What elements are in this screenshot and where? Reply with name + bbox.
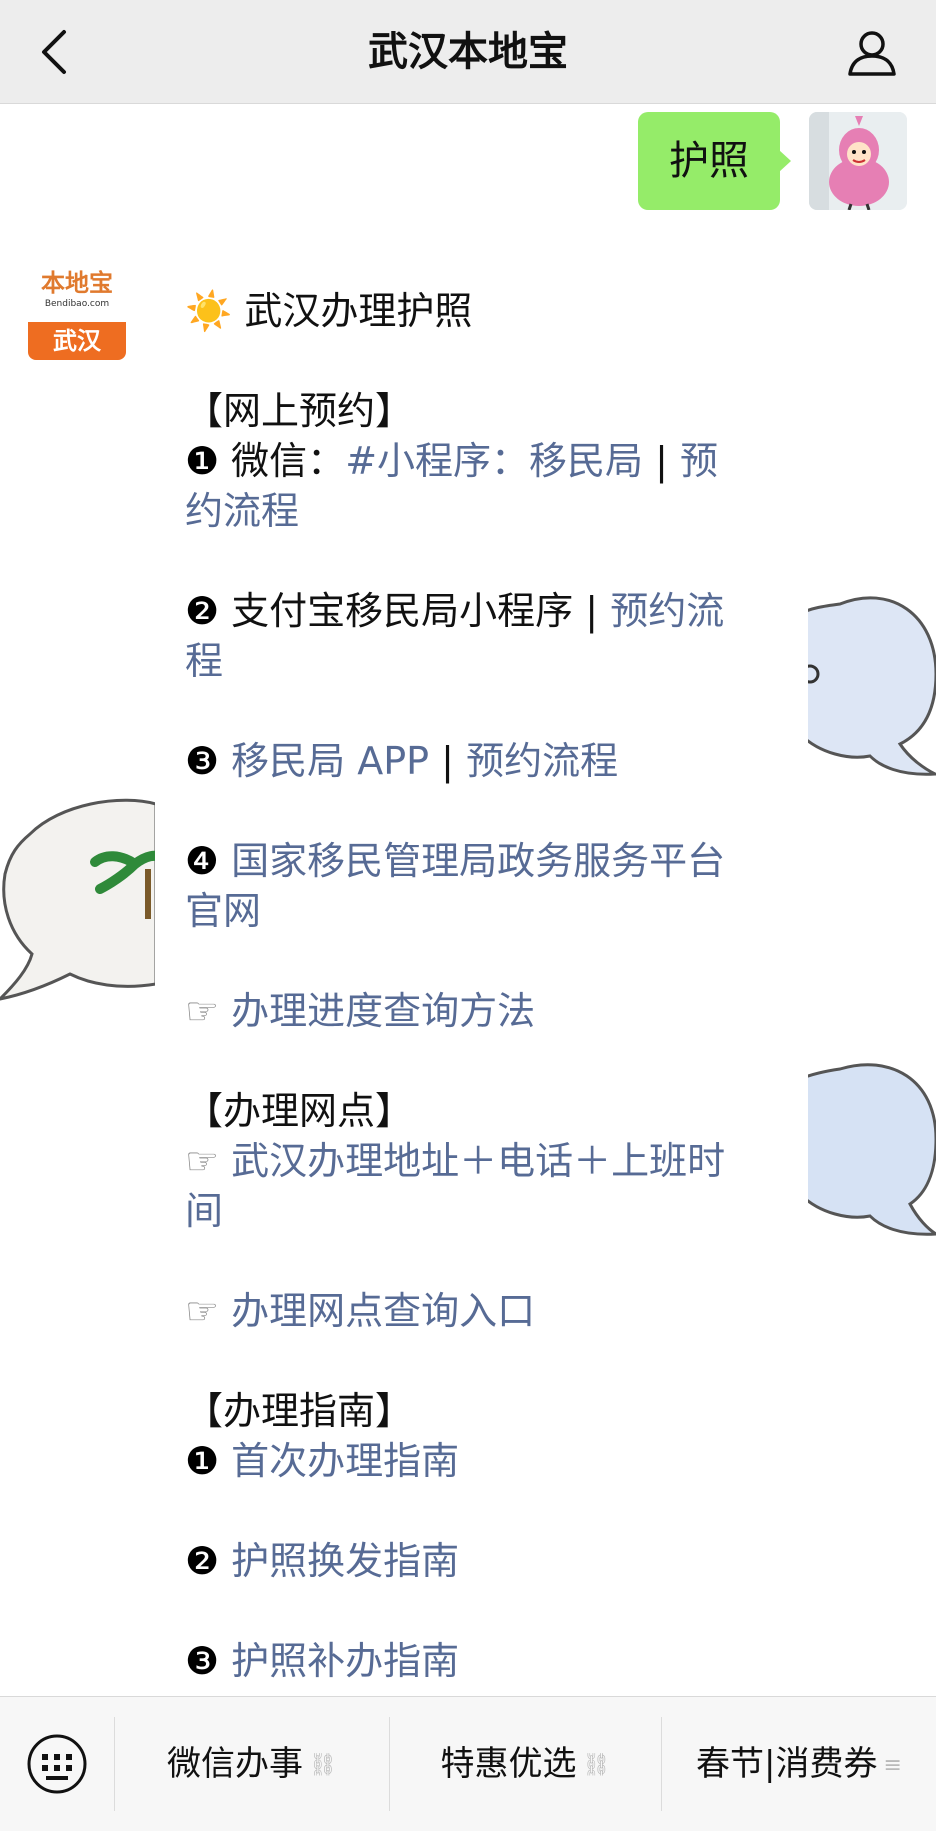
brand-name: 本地宝: [41, 269, 113, 297]
bubble-tail: [779, 150, 791, 172]
chat-area[interactable]: 护照 本地宝 Bendibao.com 武汉 ☀️ 武汉办理护照 【网上预约】 …: [0, 104, 936, 1696]
list-item: ❷ 支付宝移民局小程序 | 预约流: [185, 586, 785, 636]
list-item: ❶ 首次办理指南: [185, 1436, 785, 1486]
bot-message-bubble: ☀️ 武汉办理护照 【网上预约】 ❶ 微信：#小程序：移民局 | 预 约流程 ❷…: [155, 262, 808, 1696]
separator: |: [655, 439, 668, 483]
menu-label: 微信办事: [167, 1744, 304, 1784]
section-heading-guide: 【办理指南】: [185, 1389, 414, 1433]
replacement-guide-link[interactable]: 护照补办指南: [231, 1639, 459, 1683]
bot-avatar[interactable]: 本地宝 Bendibao.com 武汉: [28, 262, 126, 360]
outlet-query-link[interactable]: 办理网点查询入口: [231, 1289, 535, 1333]
number-badge: ❷: [185, 1539, 220, 1583]
list-item: ❸ 移民局 APP | 预约流程: [185, 736, 785, 786]
bottom-toolbar: 微信办事 ⛓ 特惠优选 ⛓ 春节|消费券 ≡: [0, 1696, 936, 1831]
section-heading-online: 【网上预约】: [185, 389, 414, 433]
address-phone-hours-link[interactable]: 间: [185, 1189, 223, 1233]
number-badge: ❹: [185, 839, 220, 883]
progress-query-link[interactable]: 办理进度查询方法: [231, 989, 535, 1033]
number-badge: ❷: [185, 589, 220, 633]
nav-bar: 武汉本地宝: [0, 0, 936, 104]
government-platform-link[interactable]: 国家移民管理局政务服务平台: [231, 839, 725, 883]
list-item: ❷ 护照换发指南: [185, 1536, 785, 1586]
number-badge: ❶: [185, 1439, 220, 1483]
first-application-guide-link[interactable]: 首次办理指南: [231, 1439, 459, 1483]
background-bubble-icon: [800, 596, 936, 776]
link-icon: ⛓: [309, 1753, 337, 1778]
message-title: 武汉办理护照: [244, 289, 473, 333]
government-platform-link[interactable]: 官网: [185, 889, 261, 933]
list-item: ☞ 办理网点查询入口: [185, 1286, 785, 1336]
item-text: 支付宝移民局小程序: [231, 589, 574, 633]
menu-spring-festival-vouchers[interactable]: 春节|消费券 ≡: [662, 1697, 936, 1832]
menu-label: 春节|消费券: [696, 1744, 878, 1784]
cartoon-avatar-icon: [809, 112, 907, 210]
number-badge: ❶: [185, 439, 220, 483]
pointing-hand-icon: ☞: [185, 989, 220, 1033]
separator: |: [585, 589, 599, 633]
message-content: ☀️ 武汉办理护照 【网上预约】 ❶ 微信：#小程序：移民局 | 预 约流程 ❷…: [185, 278, 785, 1686]
separator: |: [441, 739, 454, 783]
brand-city: 武汉: [28, 322, 126, 360]
menu-lines-icon: ≡: [883, 1753, 902, 1778]
pointing-hand-icon: ☞: [185, 1289, 220, 1333]
appointment-process-link[interactable]: 预约流程: [466, 739, 618, 783]
brand-url: Bendibao.com: [44, 299, 110, 309]
immigration-app-link[interactable]: 移民局 APP: [231, 739, 429, 783]
profile-button[interactable]: [844, 24, 900, 80]
list-item: ☞ 武汉办理地址＋电话＋上班时: [185, 1136, 785, 1186]
item-text: 微信：: [231, 439, 346, 483]
list-item: ❹ 国家移民管理局政务服务平台: [185, 836, 785, 886]
user-message-bubble[interactable]: 护照: [638, 112, 780, 210]
person-icon: [848, 31, 896, 76]
menu-special-offers[interactable]: 特惠优选 ⛓: [390, 1697, 661, 1832]
pointing-hand-icon: ☞: [185, 1139, 220, 1183]
appointment-process-link[interactable]: 约流程: [185, 489, 299, 533]
address-phone-hours-link[interactable]: 武汉办理地址＋电话＋上班时: [231, 1139, 725, 1183]
appointment-process-link[interactable]: 预约流: [610, 589, 724, 633]
menu-wechat-services[interactable]: 微信办事 ⛓: [115, 1697, 389, 1832]
brand-logo: 本地宝 Bendibao.com: [28, 262, 126, 322]
renewal-guide-link[interactable]: 护照换发指南: [231, 1539, 459, 1583]
list-item: ❶ 微信：#小程序：移民局 | 预: [185, 436, 785, 486]
user-avatar[interactable]: [809, 112, 907, 210]
number-badge: ❸: [185, 1639, 220, 1683]
section-heading-outlets: 【办理网点】: [185, 1089, 414, 1133]
background-bubble-icon: [800, 1063, 936, 1236]
number-badge: ❸: [185, 739, 220, 783]
keyboard-icon: [27, 1734, 87, 1794]
appointment-process-link[interactable]: 预: [680, 439, 718, 483]
menu-label: 特惠优选: [440, 1744, 577, 1784]
appointment-process-link[interactable]: 程: [185, 639, 223, 683]
keyboard-toggle-button[interactable]: [26, 1733, 88, 1795]
miniprogram-link[interactable]: #小程序：移民局: [345, 439, 643, 483]
list-item: ☞ 办理进度查询方法: [185, 986, 785, 1036]
page-title: 武汉本地宝: [368, 29, 568, 75]
list-item: ❸ 护照补办指南: [185, 1636, 785, 1686]
sun-icon: ☀️: [185, 289, 233, 333]
link-icon: ⛓: [582, 1753, 611, 1778]
background-bubble-icon: [0, 798, 156, 1001]
